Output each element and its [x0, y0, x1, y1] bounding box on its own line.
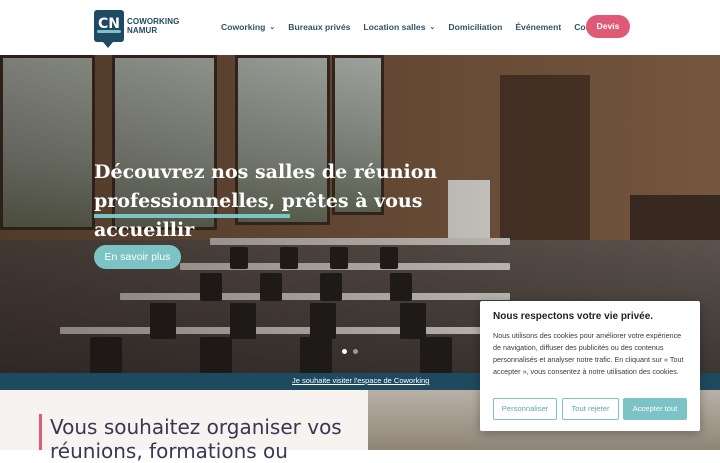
nav-item-bureaux-prives[interactable]: Bureaux privés — [288, 22, 350, 32]
hero-title-line-1: Découvrez nos salles de réunion — [94, 161, 438, 183]
nav-item-label: Location salles — [363, 22, 426, 32]
section-accent-bar — [39, 414, 42, 450]
nav-item-evenement[interactable]: Événement — [515, 22, 561, 32]
nav-item-coworking[interactable]: Coworking ⌄ — [221, 22, 275, 32]
chevron-down-icon: ⌄ — [269, 24, 276, 31]
hero-title: Découvrez nos salles de réunion professi… — [94, 158, 474, 245]
nav-item-label: Domiciliation — [448, 22, 503, 32]
en-savoir-plus-button[interactable]: En savoir plus — [94, 245, 181, 269]
nav-item-location-salles[interactable]: Location salles ⌄ — [363, 22, 435, 32]
section-title: Vous souhaitez organiser vos réunions, f… — [50, 415, 350, 463]
slider-dot-2[interactable] — [353, 349, 358, 354]
customize-button[interactable]: Personnaliser — [493, 398, 557, 420]
site-logo[interactable]: CN COWORKING NAMUR — [94, 10, 179, 48]
logo-line-1: COWORKING — [127, 17, 180, 26]
nav-item-label: Événement — [515, 22, 562, 32]
cookie-title: Nous respectons votre vie privée. — [493, 311, 654, 322]
main-nav: Coworking ⌄ Bureaux privés Location sall… — [221, 20, 619, 34]
reject-all-button[interactable]: Tout rejeter — [562, 398, 619, 420]
site-header: CN COWORKING NAMUR Coworking ⌄ Bureaux p… — [0, 0, 720, 55]
cookie-text: Nous utilisons des cookies pour améliore… — [493, 331, 684, 376]
cookie-consent-dialog: Nous respectons votre vie privée. Nous u… — [480, 301, 700, 431]
slider-pagination — [342, 349, 364, 354]
devis-button[interactable]: Devis — [586, 15, 630, 38]
visit-coworking-link[interactable]: Je souhaite visiter l'espace de Coworkin… — [292, 376, 429, 385]
logo-accent-stroke — [97, 30, 121, 33]
nav-item-label: Bureaux privés — [288, 22, 351, 32]
chevron-down-icon: ⌄ — [429, 24, 436, 31]
logo-line-2: NAMUR — [127, 26, 158, 35]
logo-badge: CN — [94, 10, 124, 48]
section-title-line-2: réunions, formations ou — [50, 439, 288, 463]
accept-all-button[interactable]: Accepter tout — [623, 398, 687, 420]
hero-title-underline — [94, 214, 290, 218]
nav-item-label: Coworking — [221, 22, 266, 32]
slider-dot-1[interactable] — [342, 349, 347, 354]
logo-text: COWORKING NAMUR — [127, 17, 179, 35]
nav-item-domiciliation[interactable]: Domiciliation — [448, 22, 502, 32]
section-title-line-1: Vous souhaitez organiser vos — [50, 415, 342, 439]
